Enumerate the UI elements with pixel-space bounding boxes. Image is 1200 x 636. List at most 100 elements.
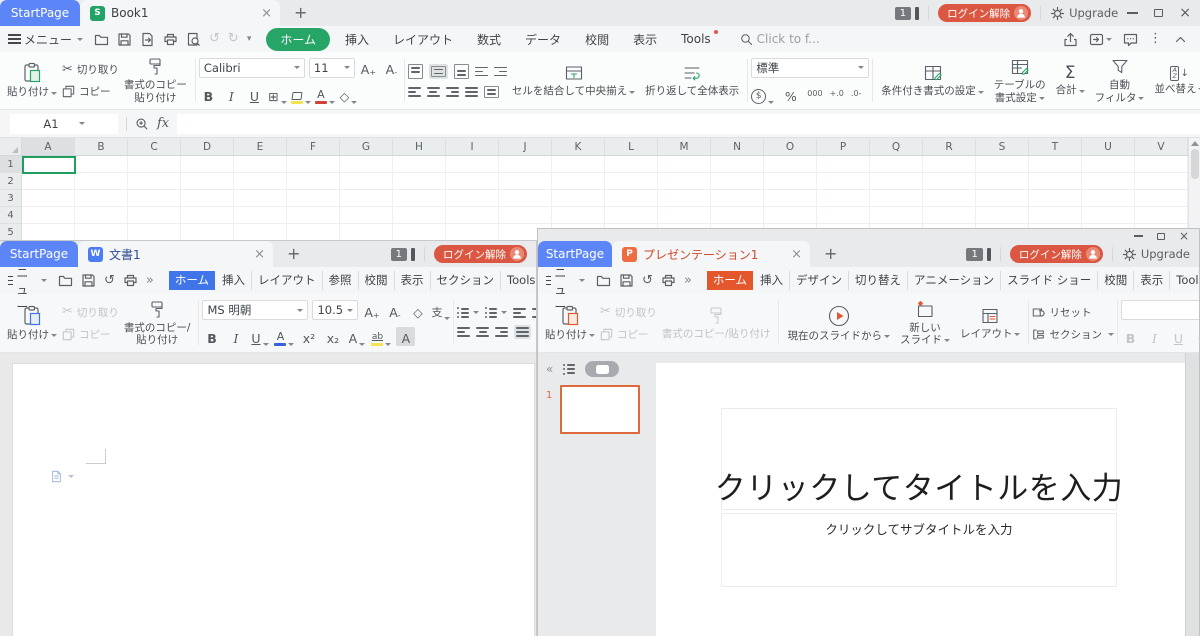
decrease-indent-icon[interactable] <box>513 308 526 318</box>
phonetic-guide-button[interactable]: 支 <box>431 301 450 320</box>
cut-button[interactable]: ✂切り取り <box>600 305 657 320</box>
new-tab-button[interactable]: + <box>824 246 837 262</box>
ribbon-tab[interactable]: 挿入 <box>333 28 381 51</box>
vertical-scrollbar[interactable] <box>1188 138 1200 240</box>
align-top-icon[interactable] <box>408 64 423 79</box>
reset-button[interactable]: リセット <box>1032 305 1114 320</box>
ribbon-tab[interactable]: 参照 <box>323 271 359 290</box>
font-color-button[interactable]: A <box>315 85 335 104</box>
window-count-badge[interactable]: 1 <box>966 248 982 261</box>
zoom-search-icon[interactable] <box>135 117 149 131</box>
subscript-button[interactable]: x₂ <box>323 327 342 346</box>
underline-button[interactable]: U <box>1169 327 1188 346</box>
column-header[interactable]: F <box>287 138 340 155</box>
print-icon[interactable] <box>163 32 178 47</box>
format-painter-button[interactable]: 書式のコピー/貼り付け <box>657 306 776 341</box>
fill-color-button[interactable] <box>291 85 311 104</box>
merge-center-button[interactable]: セルを結合して中央揃え <box>507 63 640 98</box>
ribbon-tab[interactable]: 切り替え <box>849 271 908 290</box>
tab-document[interactable]: S Book1 × <box>80 0 280 26</box>
open-icon[interactable] <box>94 32 109 47</box>
ribbon-tab[interactable]: 数式 <box>465 28 513 51</box>
column-header[interactable]: V <box>1135 138 1188 155</box>
copy-button[interactable]: コピー <box>62 327 119 342</box>
tab-close-icon[interactable]: × <box>791 248 802 261</box>
font-name-select[interactable]: MS 明朝 <box>202 300 308 320</box>
column-header[interactable]: I <box>446 138 499 155</box>
decrease-font-button[interactable]: A- <box>385 301 404 320</box>
text-effects-button[interactable]: A <box>347 327 366 346</box>
maximize-icon[interactable] <box>1154 9 1163 17</box>
clear-format-button[interactable]: ◇ <box>408 301 427 320</box>
align-left-icon[interactable] <box>457 327 470 337</box>
conditional-format-button[interactable]: 条件付き書式の設定 <box>876 63 989 98</box>
ribbon-tab[interactable]: Tools <box>1170 271 1200 290</box>
increase-indent-icon[interactable] <box>494 67 507 77</box>
align-left-icon[interactable] <box>408 87 421 97</box>
column-header[interactable]: D <box>181 138 234 155</box>
subtitle-placeholder[interactable]: クリックしてサブタイトルを入力 <box>721 513 1117 587</box>
column-header[interactable]: G <box>340 138 393 155</box>
column-header[interactable]: A <box>22 138 75 155</box>
save-icon[interactable] <box>81 273 96 288</box>
select-all-corner[interactable] <box>0 138 22 156</box>
collapse-ribbon-icon[interactable] <box>1173 32 1188 47</box>
title-placeholder[interactable]: クリックしてタイトルを入力 <box>721 408 1117 510</box>
align-right-icon[interactable] <box>495 327 508 337</box>
logout-button[interactable]: ログイン解除 <box>1010 245 1103 263</box>
format-painter-button[interactable]: 書式のコピー 貼り付け <box>119 57 192 104</box>
bold-button[interactable]: B <box>1121 327 1140 346</box>
font-size-select[interactable]: 10.5 <box>312 300 358 320</box>
print-icon[interactable] <box>123 273 138 288</box>
toolbar-more-icon[interactable]: ▾ <box>247 32 252 46</box>
justify-icon[interactable] <box>516 327 529 337</box>
toolbar-more-icon[interactable]: » <box>146 274 154 288</box>
increase-font-button[interactable]: A+ <box>362 301 381 320</box>
column-header[interactable]: N <box>711 138 764 155</box>
font-size-select[interactable]: 11 <box>309 58 355 78</box>
italic-button[interactable]: I <box>1145 327 1164 346</box>
decrease-indent-icon[interactable] <box>475 67 488 77</box>
ribbon-tab[interactable]: Tools <box>669 29 723 49</box>
align-center-icon[interactable] <box>476 327 489 337</box>
autofilter-button[interactable]: 自動 フィルタ <box>1090 57 1150 104</box>
export-icon[interactable] <box>140 32 155 47</box>
numbered-list-button[interactable] <box>485 307 507 318</box>
tab-document[interactable]: W 文書1 × <box>78 241 273 267</box>
align-right-icon[interactable] <box>446 87 459 97</box>
superscript-button[interactable]: x² <box>299 327 318 346</box>
print-icon[interactable] <box>661 273 676 288</box>
copy-button[interactable]: コピー <box>600 327 657 342</box>
column-header[interactable]: P <box>817 138 870 155</box>
share-icon[interactable] <box>1063 32 1078 47</box>
highlight-button[interactable]: ab <box>371 327 391 346</box>
bold-button[interactable]: B <box>199 85 218 104</box>
italic-button[interactable]: I <box>226 327 245 346</box>
minimize-icon[interactable] <box>1134 235 1143 236</box>
sum-button[interactable]: Σ 合計 <box>1051 64 1090 97</box>
font-color-button[interactable]: A <box>274 327 294 346</box>
column-header[interactable]: R <box>923 138 976 155</box>
upgrade-button[interactable]: Upgrade <box>1122 247 1190 262</box>
align-middle-icon[interactable] <box>431 66 446 78</box>
logout-button[interactable]: ログイン解除 <box>938 4 1031 22</box>
row-header[interactable]: 5 <box>0 224 22 240</box>
name-box[interactable]: A1 <box>10 114 118 134</box>
upgrade-button[interactable]: Upgrade <box>1050 6 1118 21</box>
document-page[interactable] <box>12 363 535 636</box>
percent-format-button[interactable]: % <box>781 85 800 104</box>
ribbon-tab[interactable]: レイアウト <box>381 28 465 51</box>
ribbon-tab[interactable]: 校閲 <box>359 271 395 290</box>
redo-icon[interactable]: ↻ <box>228 32 239 46</box>
undo-icon[interactable]: ↺ <box>209 32 220 46</box>
slide-thumbnail[interactable] <box>560 385 640 434</box>
increase-indent-icon[interactable] <box>532 308 536 318</box>
doc-assist-button[interactable] <box>50 470 74 483</box>
column-header[interactable]: T <box>1029 138 1082 155</box>
ribbon-tab[interactable]: 挿入 <box>754 271 790 290</box>
underline-button[interactable]: U <box>250 327 269 346</box>
comma-format-button[interactable]: 000 <box>807 90 822 98</box>
tab-startpage[interactable]: StartPage <box>0 241 78 267</box>
grid-cells[interactable] <box>22 173 1200 190</box>
window-count-badge[interactable]: 1 <box>391 248 407 261</box>
